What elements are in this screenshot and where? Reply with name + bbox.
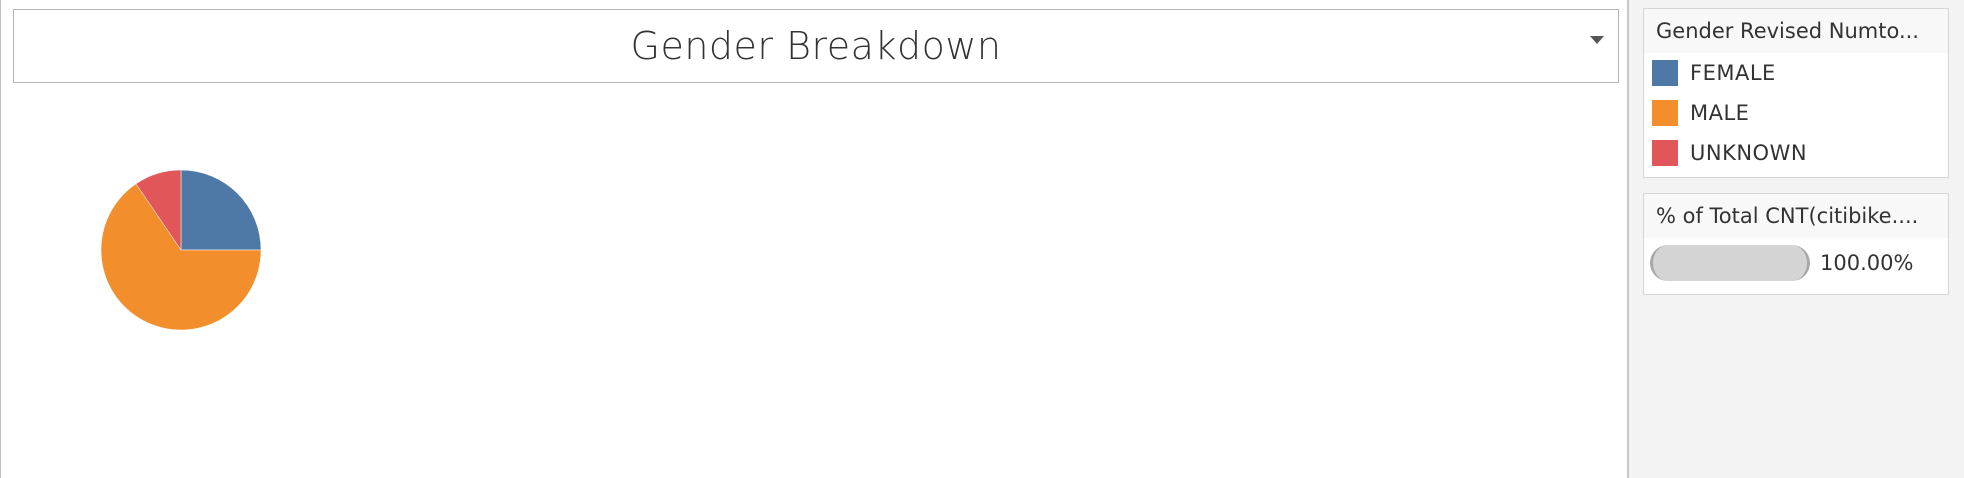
size-legend-bar xyxy=(1650,245,1810,281)
legend-title: Gender Revised Numto... xyxy=(1644,9,1948,53)
legend-item-female[interactable]: FEMALE xyxy=(1644,53,1948,93)
dropdown-arrow-icon[interactable] xyxy=(1590,36,1604,44)
pie-slice-female[interactable] xyxy=(180,169,262,251)
legend-swatch-unknown xyxy=(1652,140,1678,166)
size-legend: % of Total CNT(citibike.... 100.00% xyxy=(1643,193,1949,295)
pie-chart xyxy=(100,169,262,331)
legend-swatch-male xyxy=(1652,100,1678,126)
legend-label-male: MALE xyxy=(1690,101,1750,125)
legend-item-male[interactable]: MALE xyxy=(1644,93,1948,133)
color-legend: Gender Revised Numto... FEMALE MALE UNKN… xyxy=(1643,8,1949,178)
size-legend-row: 100.00% xyxy=(1644,238,1948,288)
chart-title-box: Gender Breakdown xyxy=(13,9,1619,83)
chart-panel: Gender Breakdown xyxy=(0,0,1629,478)
legend-label-female: FEMALE xyxy=(1690,61,1776,85)
legend-label-unknown: UNKNOWN xyxy=(1690,141,1808,165)
chart-title: Gender Breakdown xyxy=(630,24,1002,68)
legend-item-unknown[interactable]: UNKNOWN xyxy=(1644,133,1948,173)
legend-swatch-female xyxy=(1652,60,1678,86)
size-legend-title: % of Total CNT(citibike.... xyxy=(1644,194,1948,238)
pie-chart-container xyxy=(91,160,271,340)
size-legend-value: 100.00% xyxy=(1820,251,1914,275)
